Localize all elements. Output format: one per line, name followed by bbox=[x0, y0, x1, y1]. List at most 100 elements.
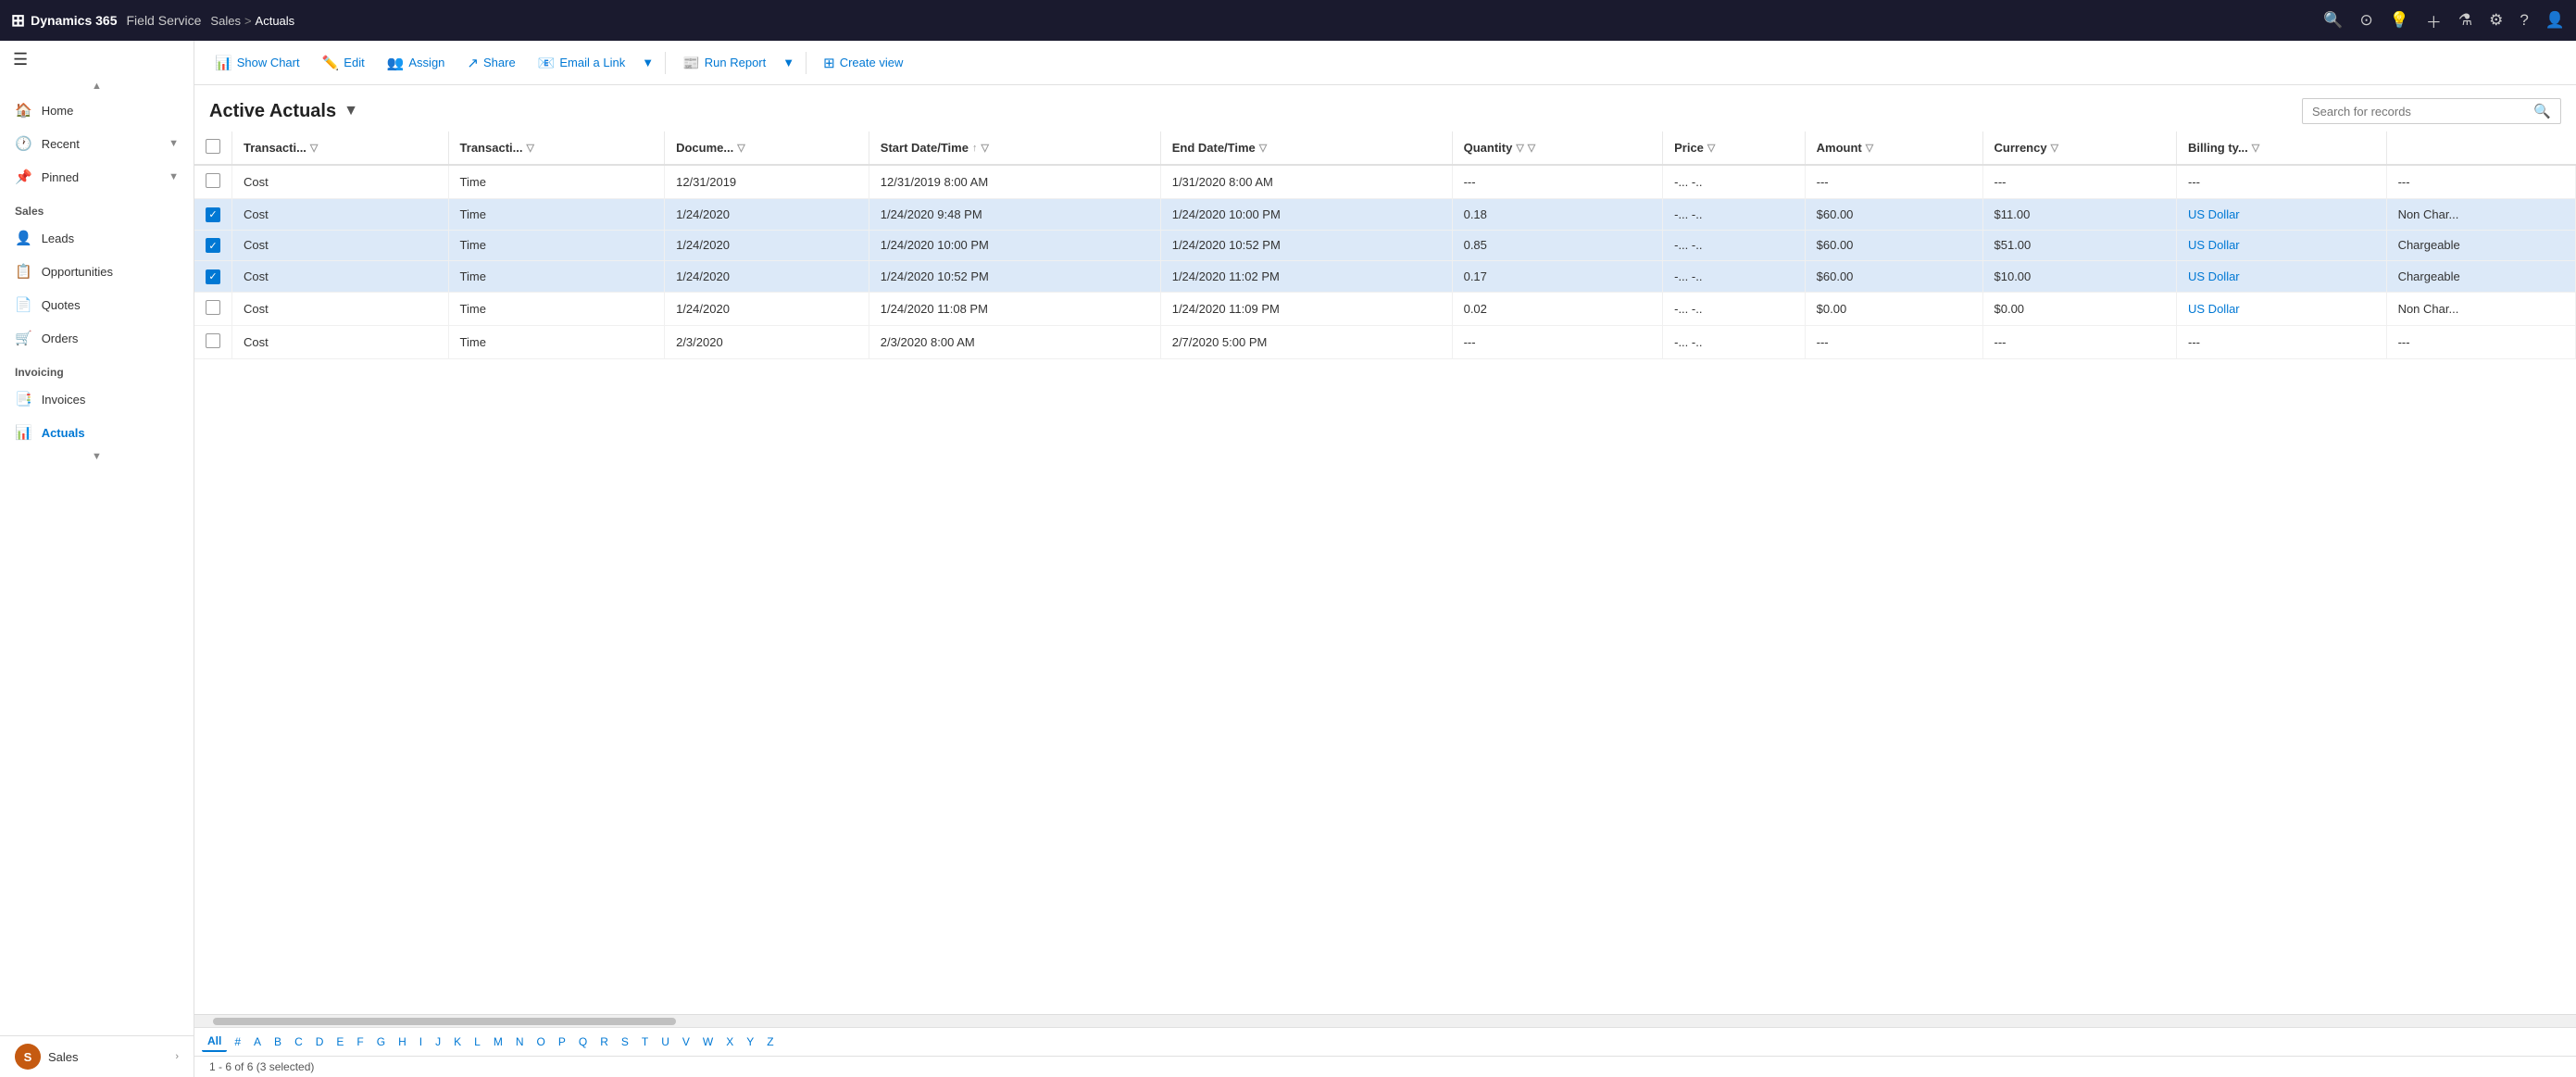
scrollbar-thumb[interactable] bbox=[213, 1018, 676, 1025]
sidebar-item-invoices[interactable]: 📑 Invoices bbox=[0, 382, 194, 416]
sidebar-item-recent[interactable]: 🕐 Recent ▼ bbox=[0, 127, 194, 160]
search-input[interactable] bbox=[2312, 105, 2533, 119]
filter-icon[interactable]: ▽ bbox=[1866, 142, 1873, 154]
sidebar-item-opportunities[interactable]: 📋 Opportunities bbox=[0, 255, 194, 288]
filter-icon-2[interactable]: ▽ bbox=[1528, 142, 1535, 154]
sidebar-item-leads[interactable]: 👤 Leads bbox=[0, 221, 194, 255]
alpha-item-k[interactable]: K bbox=[448, 1033, 467, 1051]
alpha-item-l[interactable]: L bbox=[469, 1033, 486, 1051]
row-checkbox-cell[interactable] bbox=[194, 325, 232, 358]
sort-asc-icon[interactable]: ↑ bbox=[972, 143, 978, 154]
table-cell[interactable]: US Dollar bbox=[2177, 261, 2387, 293]
alpha-item-o[interactable]: O bbox=[531, 1033, 551, 1051]
table-row[interactable]: ✓CostTime1/24/20201/24/2020 10:00 PM1/24… bbox=[194, 230, 2576, 261]
table-row[interactable]: ✓CostTime1/24/20201/24/2020 10:52 PM1/24… bbox=[194, 261, 2576, 293]
sidebar-item-actuals[interactable]: 📊 Actuals bbox=[0, 416, 194, 449]
select-all-checkbox[interactable] bbox=[206, 139, 220, 154]
row-checkbox-cell[interactable]: ✓ bbox=[194, 261, 232, 293]
alpha-item-r[interactable]: R bbox=[594, 1033, 614, 1051]
alpha-item-a[interactable]: A bbox=[248, 1033, 267, 1051]
row-checkbox[interactable] bbox=[206, 300, 220, 315]
help-icon[interactable]: ? bbox=[2520, 11, 2528, 30]
horizontal-scrollbar[interactable] bbox=[194, 1014, 2576, 1027]
view-title-dropdown-icon[interactable]: ▼ bbox=[344, 103, 358, 119]
alpha-item-p[interactable]: P bbox=[553, 1033, 571, 1051]
alpha-item-i[interactable]: I bbox=[414, 1033, 428, 1051]
sidebar-item-home[interactable]: 🏠 Home bbox=[0, 94, 194, 127]
row-checkbox-cell[interactable] bbox=[194, 292, 232, 325]
table-row[interactable]: CostTime1/24/20201/24/2020 11:08 PM1/24/… bbox=[194, 292, 2576, 325]
sidebar-item-quotes[interactable]: 📄 Quotes bbox=[0, 288, 194, 321]
alpha-item-z[interactable]: Z bbox=[761, 1033, 779, 1051]
row-checkbox[interactable] bbox=[206, 173, 220, 188]
alpha-item-d[interactable]: D bbox=[310, 1033, 330, 1051]
show-chart-button[interactable]: 📊 Show Chart bbox=[206, 49, 309, 77]
alpha-item-#[interactable]: # bbox=[229, 1033, 246, 1051]
table-cell[interactable]: US Dollar bbox=[2177, 292, 2387, 325]
table-cell[interactable]: US Dollar bbox=[2177, 199, 2387, 231]
email-link-button[interactable]: 📧 Email a Link bbox=[529, 49, 635, 77]
alpha-item-h[interactable]: H bbox=[393, 1033, 412, 1051]
filter-icon[interactable]: ▽ bbox=[2252, 142, 2259, 154]
filter-icon[interactable]: ▽ bbox=[2051, 142, 2058, 154]
alpha-item-t[interactable]: T bbox=[636, 1033, 654, 1051]
settings-icon[interactable]: ⚙ bbox=[2489, 11, 2503, 30]
select-all-header[interactable] bbox=[194, 131, 232, 165]
alpha-item-v[interactable]: V bbox=[677, 1033, 695, 1051]
row-checkbox-cell[interactable]: ✓ bbox=[194, 230, 232, 261]
alpha-item-m[interactable]: M bbox=[488, 1033, 508, 1051]
assign-button[interactable]: 👥 Assign bbox=[378, 49, 455, 77]
share-button[interactable]: ↗ Share bbox=[457, 49, 524, 77]
row-checkbox[interactable] bbox=[206, 333, 220, 348]
filter-icon[interactable]: ▽ bbox=[1259, 142, 1267, 154]
table-cell[interactable]: US Dollar bbox=[2177, 230, 2387, 261]
alpha-item-b[interactable]: B bbox=[269, 1033, 287, 1051]
alpha-item-all[interactable]: All bbox=[202, 1032, 227, 1052]
more-dropdown-button[interactable]: ▼ bbox=[638, 50, 657, 75]
alpha-item-e[interactable]: E bbox=[331, 1033, 349, 1051]
row-checkbox-cell[interactable] bbox=[194, 165, 232, 199]
alpha-item-y[interactable]: Y bbox=[741, 1033, 759, 1051]
filter-icon[interactable]: ▽ bbox=[737, 142, 744, 154]
table-row[interactable]: CostTime2/3/20202/3/2020 8:00 AM2/7/2020… bbox=[194, 325, 2576, 358]
table-row[interactable]: ✓CostTime1/24/20201/24/2020 9:48 PM1/24/… bbox=[194, 199, 2576, 231]
alpha-item-x[interactable]: X bbox=[720, 1033, 739, 1051]
alpha-item-q[interactable]: Q bbox=[573, 1033, 593, 1051]
table-row[interactable]: CostTime12/31/201912/31/2019 8:00 AM1/31… bbox=[194, 165, 2576, 199]
filter-icon[interactable]: ▽ bbox=[526, 142, 533, 154]
edit-button[interactable]: ✏️ Edit bbox=[313, 49, 374, 77]
filter-icon[interactable]: ▽ bbox=[310, 142, 318, 154]
breadcrumb-parent[interactable]: Sales bbox=[210, 14, 241, 28]
alpha-item-w[interactable]: W bbox=[697, 1033, 719, 1051]
alpha-item-f[interactable]: F bbox=[351, 1033, 369, 1051]
filter-icon[interactable]: ▽ bbox=[1516, 142, 1523, 154]
alpha-item-n[interactable]: N bbox=[510, 1033, 530, 1051]
recent-icon[interactable]: ⊙ bbox=[2359, 11, 2372, 30]
filter-icon[interactable]: ▽ bbox=[981, 142, 988, 154]
alpha-item-u[interactable]: U bbox=[656, 1033, 675, 1051]
sidebar-scroll-up[interactable]: ▲ bbox=[0, 79, 194, 94]
sidebar-item-pinned[interactable]: 📌 Pinned ▼ bbox=[0, 160, 194, 194]
row-checkbox[interactable]: ✓ bbox=[206, 238, 220, 253]
filter-icon[interactable]: ⚗ bbox=[2458, 11, 2472, 30]
add-icon[interactable]: ＋ bbox=[2426, 9, 2442, 32]
create-view-button[interactable]: ⊞ Create view bbox=[814, 49, 912, 77]
alpha-item-s[interactable]: S bbox=[616, 1033, 634, 1051]
alpha-item-j[interactable]: J bbox=[430, 1033, 446, 1051]
search-submit-icon[interactable]: 🔍 bbox=[2533, 103, 2551, 119]
sidebar-item-orders[interactable]: 🛒 Orders bbox=[0, 321, 194, 355]
hamburger-menu[interactable]: ☰ bbox=[0, 41, 194, 79]
row-checkbox-cell[interactable]: ✓ bbox=[194, 199, 232, 231]
alpha-item-g[interactable]: G bbox=[371, 1033, 391, 1051]
user-icon[interactable]: 👤 bbox=[2545, 11, 2565, 30]
run-report-button[interactable]: 📰 Run Report bbox=[673, 49, 775, 77]
run-report-dropdown[interactable]: ▼ bbox=[779, 50, 798, 75]
sidebar-user-area[interactable]: S Sales › bbox=[0, 1035, 194, 1077]
row-checkbox[interactable]: ✓ bbox=[206, 207, 220, 222]
row-checkbox[interactable]: ✓ bbox=[206, 269, 220, 284]
sidebar-scroll-down[interactable]: ▼ bbox=[0, 449, 194, 464]
lightbulb-icon[interactable]: 💡 bbox=[2390, 11, 2409, 30]
search-icon[interactable]: 🔍 bbox=[2323, 11, 2343, 30]
alpha-item-c[interactable]: C bbox=[289, 1033, 308, 1051]
filter-icon[interactable]: ▽ bbox=[1707, 142, 1715, 154]
